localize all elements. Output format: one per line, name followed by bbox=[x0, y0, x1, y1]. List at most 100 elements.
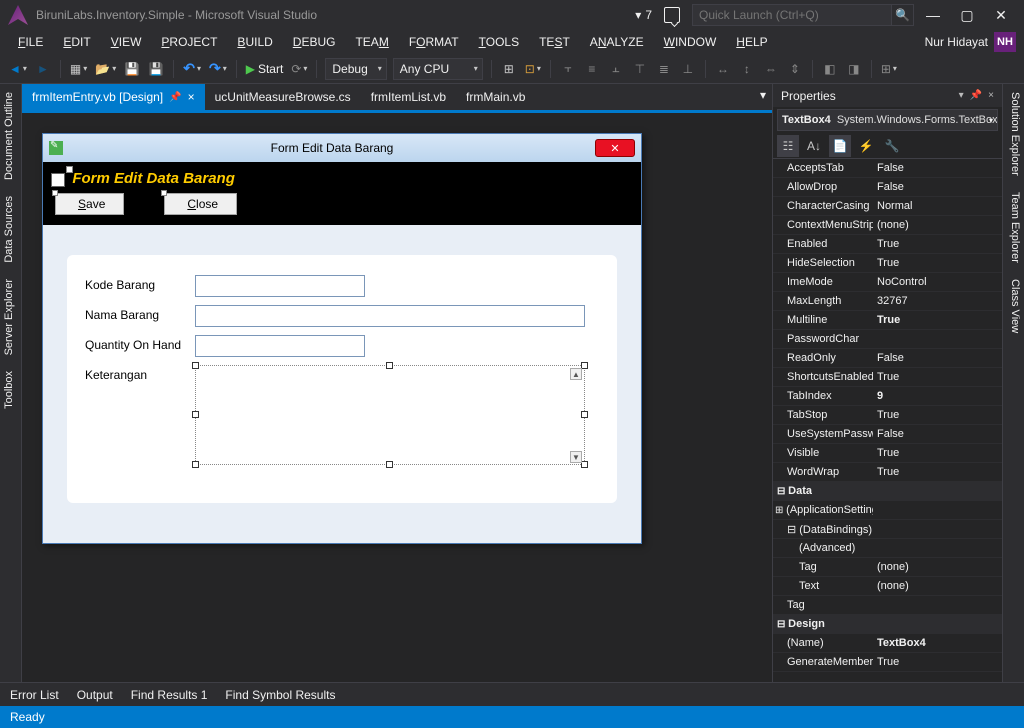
menu-project[interactable]: PROJECT bbox=[151, 32, 227, 52]
layout-snap-icon[interactable]: ⊡ bbox=[522, 58, 544, 80]
menu-tools[interactable]: TOOLS bbox=[469, 32, 529, 52]
property-row[interactable]: AllowDropFalse bbox=[773, 178, 1002, 197]
property-row[interactable]: ReadOnlyFalse bbox=[773, 349, 1002, 368]
alphabetical-icon[interactable]: A↓ bbox=[803, 135, 825, 157]
property-row[interactable]: Tag(none) bbox=[773, 558, 1002, 577]
menu-view[interactable]: VIEW bbox=[101, 32, 152, 52]
avatar[interactable]: NH bbox=[994, 32, 1016, 52]
find-symbol-results-tab[interactable]: Find Symbol Results bbox=[223, 685, 337, 705]
menu-help[interactable]: HELP bbox=[726, 32, 777, 52]
property-row[interactable]: TabStopTrue bbox=[773, 406, 1002, 425]
server-explorer-tab[interactable]: Server Explorer bbox=[0, 271, 21, 363]
feedback-icon[interactable] bbox=[664, 7, 680, 23]
property-row[interactable]: (ApplicationSettings) bbox=[773, 501, 1002, 520]
redo-button[interactable] bbox=[206, 58, 230, 80]
align-left-icon[interactable]: ⫟ bbox=[557, 58, 579, 80]
resize-handle-icon[interactable] bbox=[581, 461, 588, 468]
size-width-icon[interactable]: ⇔ bbox=[760, 58, 782, 80]
error-list-tab[interactable]: Error List bbox=[8, 685, 61, 705]
menu-team[interactable]: TEAM bbox=[345, 32, 398, 52]
find-results-1-tab[interactable]: Find Results 1 bbox=[129, 685, 210, 705]
bring-front-icon[interactable]: ◧ bbox=[819, 58, 841, 80]
property-row[interactable]: VisibleTrue bbox=[773, 444, 1002, 463]
menu-window[interactable]: WINDOW bbox=[654, 32, 727, 52]
menu-test[interactable]: TEST bbox=[529, 32, 580, 52]
open-file-button[interactable] bbox=[92, 58, 119, 80]
doc-tab-ucunitmeasure[interactable]: ucUnitMeasureBrowse.cs bbox=[205, 84, 361, 110]
panel-close-icon[interactable]: × bbox=[988, 90, 994, 101]
start-options-button[interactable]: ⟳ bbox=[288, 58, 310, 80]
selection-handle-icon[interactable] bbox=[66, 166, 73, 173]
property-pages-icon[interactable]: 🔧 bbox=[881, 135, 903, 157]
solution-explorer-tab[interactable]: Solution Explorer bbox=[1003, 84, 1024, 184]
menu-build[interactable]: BUILD bbox=[227, 32, 282, 52]
resize-handle-icon[interactable] bbox=[386, 362, 393, 369]
menu-edit[interactable]: EDIT bbox=[53, 32, 100, 52]
panel-pin-icon[interactable]: 📌 bbox=[970, 90, 982, 101]
resize-handle-icon[interactable] bbox=[192, 362, 199, 369]
maximize-button[interactable]: ▢ bbox=[952, 4, 982, 26]
document-outline-tab[interactable]: Document Outline bbox=[0, 84, 21, 188]
resize-handle-icon[interactable] bbox=[386, 461, 393, 468]
class-view-tab[interactable]: Class View bbox=[1003, 271, 1024, 341]
property-row[interactable]: TabIndex9 bbox=[773, 387, 1002, 406]
property-row[interactable]: MaxLength32767 bbox=[773, 292, 1002, 311]
align-right-icon[interactable]: ⫠ bbox=[605, 58, 627, 80]
user-name[interactable]: Nur Hidayat bbox=[925, 35, 988, 49]
designer-surface[interactable]: Form Edit Data Barang ✕ Form Edit Data B… bbox=[22, 110, 772, 682]
close-window-button[interactable]: ✕ bbox=[986, 4, 1016, 26]
properties-icon[interactable]: 📄 bbox=[829, 135, 851, 157]
property-category[interactable]: ⊟ (DataBindings) bbox=[773, 520, 1002, 539]
property-category[interactable]: Data bbox=[773, 482, 1002, 501]
nav-forward-button[interactable]: ► bbox=[32, 58, 54, 80]
property-row[interactable]: PasswordChar bbox=[773, 330, 1002, 349]
solution-config-combo[interactable]: Debug bbox=[325, 58, 386, 80]
size-height-icon[interactable]: ⇕ bbox=[784, 58, 806, 80]
input-nama-barang[interactable] bbox=[195, 305, 585, 327]
notifications-count[interactable]: 7 bbox=[645, 8, 652, 22]
close-form-button[interactable]: Close bbox=[164, 193, 237, 215]
property-row[interactable]: Text(none) bbox=[773, 577, 1002, 596]
menu-file[interactable]: FILE bbox=[8, 32, 53, 52]
property-row[interactable]: (Name)TextBox4 bbox=[773, 634, 1002, 653]
menu-format[interactable]: FORMAT bbox=[399, 32, 469, 52]
property-row[interactable]: MultilineTrue bbox=[773, 311, 1002, 330]
data-sources-tab[interactable]: Data Sources bbox=[0, 188, 21, 271]
textarea-keterangan[interactable]: ▲▼ bbox=[195, 365, 585, 465]
vspace-equal-icon[interactable]: ↕ bbox=[736, 58, 758, 80]
property-row[interactable]: ImeModeNoControl bbox=[773, 273, 1002, 292]
menu-debug[interactable]: DEBUG bbox=[283, 32, 346, 52]
property-row[interactable]: EnabledTrue bbox=[773, 235, 1002, 254]
property-row[interactable]: (Advanced) bbox=[773, 539, 1002, 558]
save-button[interactable] bbox=[121, 58, 143, 80]
input-quantity[interactable] bbox=[195, 335, 365, 357]
winform-preview[interactable]: Form Edit Data Barang ✕ Form Edit Data B… bbox=[42, 133, 642, 544]
align-bottom-icon[interactable]: ⊥ bbox=[677, 58, 699, 80]
properties-grid[interactable]: AcceptsTabFalseAllowDropFalseCharacterCa… bbox=[773, 159, 1002, 682]
menu-analyze[interactable]: ANALYZE bbox=[580, 32, 654, 52]
doc-tab-frmitemlist[interactable]: frmItemList.vb bbox=[361, 84, 456, 110]
scroll-up-icon[interactable]: ▲ bbox=[570, 368, 582, 380]
property-row[interactable]: ContextMenuStrip(none) bbox=[773, 216, 1002, 235]
nav-back-button[interactable]: ◄ bbox=[6, 58, 30, 80]
resize-handle-icon[interactable] bbox=[581, 362, 588, 369]
send-back-icon[interactable]: ◨ bbox=[843, 58, 865, 80]
property-row[interactable]: CharacterCasingNormal bbox=[773, 197, 1002, 216]
toolbox-tab[interactable]: Toolbox bbox=[0, 363, 21, 417]
solution-platform-combo[interactable]: Any CPU bbox=[393, 58, 483, 80]
quick-launch-input[interactable] bbox=[692, 4, 892, 26]
scroll-down-icon[interactable]: ▼ bbox=[570, 451, 582, 463]
properties-object-selector[interactable]: TextBox4 System.Windows.Forms.TextBox bbox=[777, 109, 998, 131]
events-icon[interactable]: ⚡ bbox=[855, 135, 877, 157]
layout-grid-icon[interactable] bbox=[498, 58, 520, 80]
save-form-button[interactable]: Save bbox=[55, 193, 124, 215]
start-debug-button[interactable]: ▶Start bbox=[243, 58, 287, 80]
align-top-icon[interactable]: ⊤ bbox=[629, 58, 651, 80]
close-tab-icon[interactable]: × bbox=[188, 90, 195, 104]
property-row[interactable]: WordWrapTrue bbox=[773, 463, 1002, 482]
save-all-button[interactable] bbox=[145, 58, 167, 80]
doc-tab-frmitementry[interactable]: frmItemEntry.vb [Design] 📌 × bbox=[22, 84, 205, 110]
form-close-button[interactable]: ✕ bbox=[595, 139, 635, 157]
align-middle-icon[interactable]: ≣ bbox=[653, 58, 675, 80]
resize-handle-icon[interactable] bbox=[581, 411, 588, 418]
